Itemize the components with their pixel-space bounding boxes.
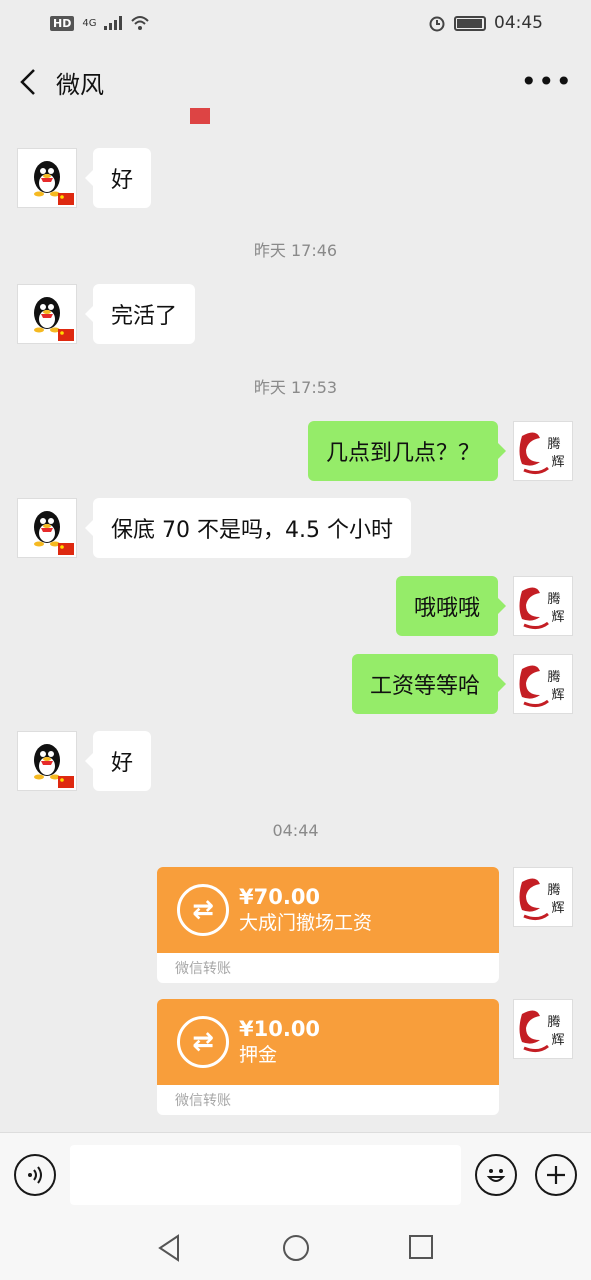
contact-avatar[interactable] [17, 284, 77, 344]
svg-text:辉: 辉 [551, 610, 564, 625]
plus-icon[interactable] [535, 1154, 577, 1196]
transfer-arrows-icon: ⇄ [177, 884, 229, 936]
chat-area[interactable]: 好 昨天 17:46 完活了 昨天 17:53 几点到几点？？ 腾 辉 保底 7… [0, 100, 591, 1132]
my-avatar[interactable]: 腾 辉 [513, 999, 573, 1059]
hd-icon: HD [50, 15, 75, 31]
battery-icon [454, 15, 486, 31]
contact-avatar[interactable] [17, 498, 77, 558]
received-message[interactable]: 好 [84, 148, 152, 208]
svg-text:辉: 辉 [551, 1033, 564, 1048]
svg-text:辉: 辉 [551, 901, 564, 916]
timestamp: 昨天 17:46 [253, 241, 338, 260]
transfer-amount: ¥10.00 [239, 1017, 321, 1041]
penguin-avatar-icon [34, 511, 74, 555]
transfer-label: 微信转账 [175, 961, 231, 977]
svg-text:腾: 腾 [547, 882, 560, 898]
svg-text:腾: 腾 [547, 1014, 560, 1030]
dragon-logo-icon: 腾 辉 [519, 878, 565, 921]
transfer-card[interactable]: ⇄ ¥10.00 押金 微信转账 [157, 999, 499, 1115]
back-arrow-icon[interactable] [18, 68, 38, 96]
more-dots-icon[interactable]: ••• [520, 68, 573, 96]
contact-avatar[interactable] [17, 148, 77, 208]
my-avatar[interactable]: 腾 辉 [513, 421, 573, 481]
svg-text:腾: 腾 [547, 591, 560, 607]
emoji-icon[interactable] [475, 1154, 517, 1196]
transfer-arrows-icon: ⇄ [177, 1016, 229, 1068]
transfer-card-body: ⇄ ¥70.00 大成门撤场工资 [157, 867, 499, 953]
received-message[interactable]: 保底 70 不是吗，4.5 个小时 [85, 498, 411, 558]
partial-message [190, 108, 410, 126]
dragon-logo-icon: 腾 辉 [519, 587, 565, 630]
transfer-amount: ¥70.00 [239, 885, 321, 909]
status-bar: HD 4G 04:45 [0, 0, 591, 46]
message-input[interactable] [70, 1145, 461, 1205]
dragon-logo-icon: 腾 辉 [519, 1010, 565, 1053]
status-right: 04:45 [428, 13, 543, 33]
system-nav-bar [0, 1218, 591, 1280]
my-avatar[interactable]: 腾 辉 [513, 576, 573, 636]
dragon-logo-icon: 腾 辉 [519, 432, 565, 475]
transfer-note: 大成门撤场工资 [239, 912, 373, 934]
contact-avatar[interactable] [17, 731, 77, 791]
nav-recents-icon[interactable] [408, 1234, 434, 1260]
svg-text:腾: 腾 [547, 436, 560, 452]
received-message[interactable]: 好 [84, 731, 152, 791]
transfer-card[interactable]: ⇄ ¥70.00 大成门撤场工资 微信转账 [157, 867, 499, 983]
sent-message[interactable]: 哦哦哦 [395, 576, 507, 636]
dragon-logo-icon: 腾 辉 [519, 665, 565, 708]
transfer-note: 押金 [239, 1044, 278, 1066]
sent-message[interactable]: 几点到几点？？ [307, 421, 507, 481]
signal-icon [104, 16, 123, 30]
my-avatar[interactable]: 腾 辉 [513, 654, 573, 714]
wifi-icon [131, 16, 150, 30]
transfer-label: 微信转账 [175, 1093, 231, 1109]
svg-text:腾: 腾 [547, 669, 560, 685]
status-time: 04:45 [494, 13, 543, 33]
timestamp: 昨天 17:53 [253, 378, 338, 397]
chat-title: 微风 [56, 70, 104, 99]
network-label: 4G [82, 17, 97, 29]
penguin-avatar-icon [34, 744, 74, 788]
received-message[interactable]: 完活了 [84, 284, 196, 344]
status-left: HD 4G [50, 15, 150, 31]
svg-text:辉: 辉 [551, 455, 564, 470]
sent-message[interactable]: 工资等等哈 [351, 654, 507, 714]
penguin-avatar-icon [34, 161, 74, 205]
nav-home-icon[interactable] [282, 1234, 310, 1262]
timestamp: 04:44 [272, 821, 319, 840]
voice-icon[interactable] [14, 1154, 56, 1196]
penguin-avatar-icon [34, 297, 74, 341]
my-avatar[interactable]: 腾 辉 [513, 867, 573, 927]
svg-text:辉: 辉 [551, 688, 564, 703]
alarm-icon [429, 16, 445, 32]
nav-back-icon[interactable] [156, 1234, 182, 1262]
transfer-card-body: ⇄ ¥10.00 押金 [157, 999, 499, 1085]
input-bar [0, 1132, 591, 1218]
